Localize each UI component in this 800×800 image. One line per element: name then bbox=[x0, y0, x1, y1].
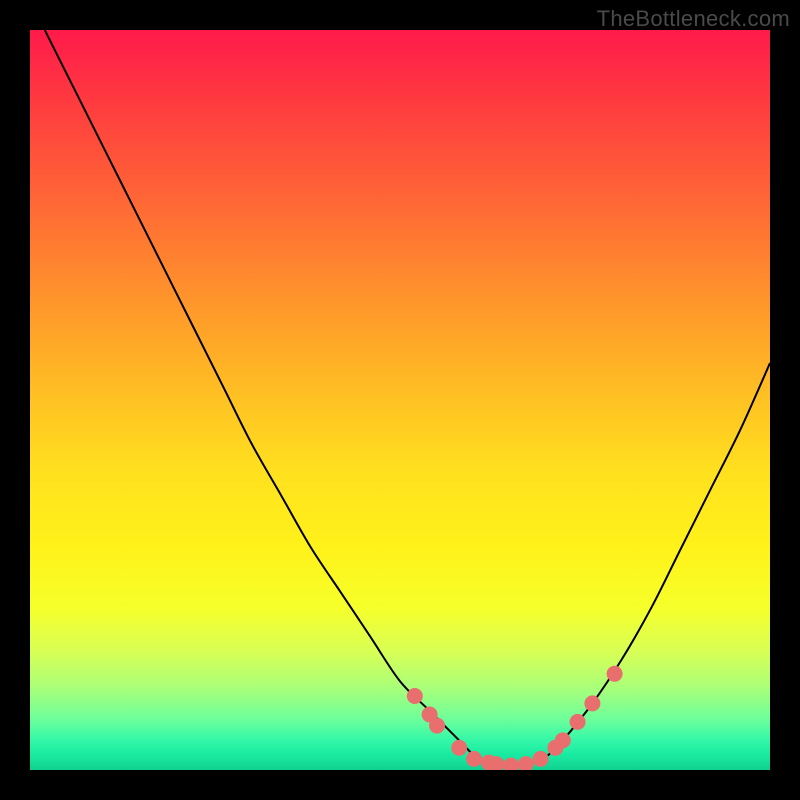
curve-marker bbox=[466, 751, 482, 767]
curve-marker bbox=[518, 756, 534, 770]
curve-marker bbox=[451, 740, 467, 756]
watermark-text: TheBottleneck.com bbox=[597, 6, 790, 32]
curve-marker bbox=[429, 718, 445, 734]
plot-area bbox=[30, 30, 770, 770]
curve-svg bbox=[30, 30, 770, 770]
chart-frame: TheBottleneck.com bbox=[0, 0, 800, 800]
curve-marker bbox=[555, 732, 571, 748]
curve-marker bbox=[533, 751, 549, 767]
bottleneck-curve bbox=[45, 30, 770, 767]
curve-marker bbox=[570, 714, 586, 730]
curve-marker bbox=[503, 758, 519, 770]
curve-markers bbox=[407, 666, 623, 770]
curve-marker bbox=[407, 688, 423, 704]
curve-marker bbox=[584, 695, 600, 711]
curve-marker bbox=[607, 666, 623, 682]
